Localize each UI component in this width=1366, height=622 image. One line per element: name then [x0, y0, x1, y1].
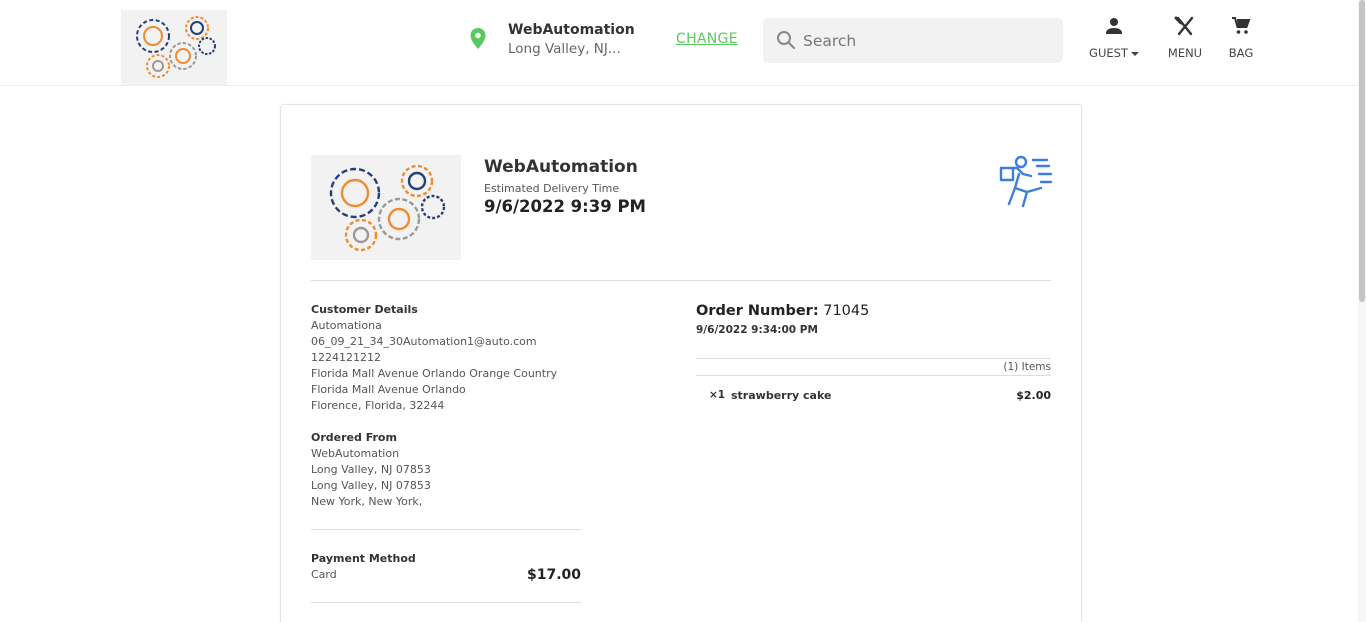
- top-header: WebAutomation Long Valley, NJ... CHANGE …: [0, 0, 1358, 86]
- order-number: Order Number: 71045: [696, 303, 869, 319]
- menu-label: MENU: [1167, 46, 1203, 60]
- caret-down-icon: [1130, 51, 1139, 56]
- search-icon[interactable]: [776, 30, 796, 50]
- estimated-delivery-label: Estimated Delivery Time: [484, 182, 620, 195]
- customer-phone: 1224121212: [311, 351, 381, 364]
- delivery-courier-icon: [999, 155, 1053, 208]
- customer-email: 06_09_21_34_30Automation1@auto.com: [311, 335, 537, 348]
- change-location-link[interactable]: CHANGE: [676, 31, 738, 47]
- customer-details-title: Customer Details: [311, 303, 418, 316]
- order-number-label: Order Number:: [696, 303, 819, 319]
- payment-method-title: Payment Method: [311, 552, 416, 565]
- store-gears-icon: [329, 164, 446, 252]
- gears-logo-icon: [136, 16, 216, 78]
- ordered-from-title: Ordered From: [311, 431, 397, 444]
- header-divider: [311, 280, 1051, 281]
- estimated-delivery-time: 9/6/2022 9:39 PM: [484, 197, 646, 216]
- payment-bottom-divider: [311, 602, 581, 603]
- ordered-from-address-2: Long Valley, NJ 07853: [311, 479, 431, 492]
- order-number-value: 71045: [823, 303, 870, 319]
- shopping-cart-icon: [1232, 17, 1251, 34]
- customer-address-line-2: Florida Mall Avenue Orlando: [311, 383, 466, 396]
- menu-nav-button[interactable]: MENU: [1163, 16, 1207, 60]
- location-pin-icon: [470, 28, 486, 49]
- search-input[interactable]: [803, 18, 1053, 63]
- customer-address-city: Florence, Florida, 32244: [311, 399, 445, 412]
- store-name: WebAutomation: [484, 157, 638, 177]
- customer-name: Automationa: [311, 319, 382, 332]
- search-bar: [763, 18, 1063, 63]
- payment-method-value: Card: [311, 568, 337, 581]
- item-price: $2.00: [1016, 389, 1051, 402]
- payment-top-divider: [311, 529, 581, 530]
- page-scrollbar[interactable]: [1358, 0, 1366, 622]
- brand-logo[interactable]: [121, 10, 227, 85]
- guest-label: GUEST: [1089, 46, 1128, 60]
- person-icon: [1106, 18, 1122, 34]
- bag-nav-button[interactable]: BAG: [1222, 16, 1260, 60]
- bag-label: BAG: [1228, 46, 1254, 60]
- ordered-from-store: WebAutomation: [311, 447, 400, 460]
- ordered-from-city: New York, New York,: [311, 495, 423, 508]
- store-logo: [311, 155, 461, 260]
- customer-address-line-1: Florida Mall Avenue Orlando Orange Count…: [311, 367, 558, 380]
- payment-total: $17.00: [526, 567, 581, 583]
- ordered-from-address-1: Long Valley, NJ 07853: [311, 463, 431, 476]
- location-address: Long Valley, NJ...: [508, 41, 621, 57]
- guest-account-menu[interactable]: GUEST: [1086, 16, 1142, 60]
- item-name: strawberry cake: [731, 389, 832, 402]
- order-date: 9/6/2022 9:34:00 PM: [696, 324, 818, 336]
- fork-knife-icon: [1174, 16, 1194, 36]
- scrollbar-thumb[interactable]: [1359, 0, 1365, 302]
- order-confirmation-card: WebAutomation Estimated Delivery Time 9/…: [280, 104, 1082, 622]
- item-quantity: ×1: [709, 389, 726, 401]
- items-count: (1) Items: [696, 358, 1051, 376]
- location-name: WebAutomation: [508, 22, 635, 38]
